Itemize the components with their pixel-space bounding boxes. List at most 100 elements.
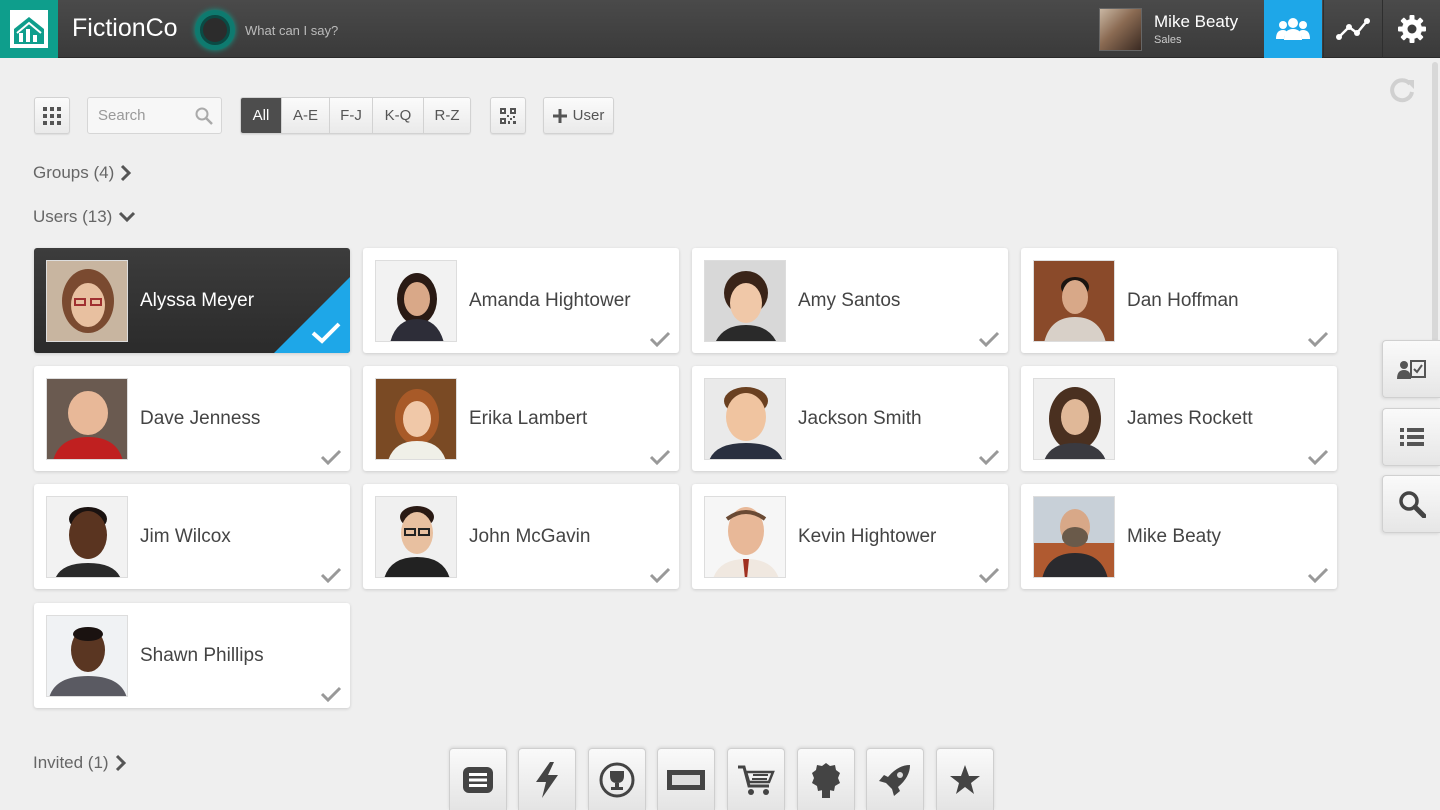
current-user-role: Sales	[1154, 34, 1182, 46]
assign-icon	[1396, 360, 1426, 379]
user-name: James Rockett	[1127, 408, 1253, 429]
user-photo	[704, 378, 786, 460]
user-name: Dave Jenness	[140, 408, 261, 429]
assign-button[interactable]	[1382, 340, 1440, 398]
user-card[interactable]: Jackson Smith	[692, 366, 1008, 471]
search-side-button[interactable]	[1382, 475, 1440, 533]
filter-a-e[interactable]: A-E	[281, 98, 329, 133]
grid-view-button[interactable]	[34, 97, 70, 134]
user-name: Jackson Smith	[798, 408, 922, 429]
check-icon[interactable]	[649, 567, 671, 583]
filter-r-z[interactable]: R-Z	[423, 98, 470, 133]
dock-rocket-button[interactable]	[866, 748, 924, 810]
dock-favorites-button[interactable]	[936, 748, 994, 810]
search-field[interactable]	[87, 97, 222, 134]
user-card[interactable]: Jim Wilcox	[34, 484, 350, 589]
logo-icon	[10, 10, 48, 48]
chevron-right-icon	[121, 164, 132, 182]
user-name: John McGavin	[469, 526, 591, 547]
user-photo	[704, 496, 786, 578]
user-name: Erika Lambert	[469, 408, 588, 429]
groups-section-toggle[interactable]: Groups (4)	[33, 163, 132, 183]
check-icon[interactable]	[1307, 449, 1329, 465]
assistant-prompt: What can I say?	[245, 23, 339, 38]
gear-icon	[1397, 15, 1426, 43]
trophy-icon	[599, 762, 635, 797]
settings-button[interactable]	[1382, 0, 1440, 58]
user-photo	[46, 378, 128, 460]
grid-icon	[43, 106, 61, 125]
dock-badge-button[interactable]	[797, 748, 855, 810]
alpha-filter: All A-E F-J K-Q R-Z	[240, 97, 471, 134]
user-card[interactable]: Amy Santos	[692, 248, 1008, 353]
card-icon	[667, 769, 705, 790]
current-user-name[interactable]: Mike Beaty	[1154, 12, 1238, 32]
cart-icon	[738, 765, 775, 795]
check-icon[interactable]	[1307, 567, 1329, 583]
list-view-button[interactable]	[1382, 408, 1440, 466]
refresh-icon[interactable]	[1388, 76, 1416, 108]
user-name: Mike Beaty	[1127, 526, 1221, 547]
badge-icon	[812, 762, 840, 798]
user-photo	[704, 260, 786, 342]
check-icon[interactable]	[978, 449, 1000, 465]
users-section-toggle[interactable]: Users (13)	[33, 207, 136, 227]
add-user-button[interactable]: User	[543, 97, 614, 134]
user-photo	[375, 260, 457, 342]
current-user-avatar[interactable]	[1099, 8, 1142, 51]
filter-k-q[interactable]: K-Q	[372, 98, 423, 133]
check-icon[interactable]	[320, 449, 342, 465]
users-label: Users (13)	[33, 207, 113, 226]
invited-section-toggle[interactable]: Invited (1)	[33, 753, 127, 773]
check-icon[interactable]	[978, 567, 1000, 583]
users-button[interactable]	[1264, 0, 1322, 58]
filter-f-j[interactable]: F-J	[329, 98, 372, 133]
chevron-right-icon	[115, 754, 126, 772]
app-logo[interactable]	[0, 0, 58, 58]
check-icon[interactable]	[649, 449, 671, 465]
dock-menu-button[interactable]	[449, 748, 507, 810]
user-card[interactable]: Mike Beaty	[1021, 484, 1337, 589]
list-icon	[1399, 428, 1424, 446]
dock-trophy-button[interactable]	[588, 748, 646, 810]
users-icon	[1276, 18, 1310, 40]
user-photo	[46, 615, 128, 697]
dock-cart-button[interactable]	[727, 748, 785, 810]
user-card[interactable]: Shawn Phillips	[34, 603, 350, 708]
check-icon[interactable]	[320, 686, 342, 702]
user-card[interactable]: Dave Jenness	[34, 366, 350, 471]
user-card[interactable]: Dan Hoffman	[1021, 248, 1337, 353]
scrollbar[interactable]	[1432, 62, 1438, 342]
user-photo	[1033, 378, 1115, 460]
user-name: Jim Wilcox	[140, 526, 231, 547]
user-photo	[46, 496, 128, 578]
qr-code-button[interactable]	[490, 97, 526, 134]
user-name: Alyssa Meyer	[140, 290, 255, 311]
invited-label: Invited (1)	[33, 753, 109, 772]
user-card[interactable]: Kevin Hightower	[692, 484, 1008, 589]
voice-assistant-icon[interactable]	[195, 10, 235, 50]
network-button[interactable]	[1323, 0, 1381, 58]
user-card[interactable]: Amanda Hightower	[363, 248, 679, 353]
dock-activity-button[interactable]	[518, 748, 576, 810]
lightning-icon	[536, 761, 558, 798]
plus-icon	[552, 108, 567, 123]
user-card[interactable]: James Rockett	[1021, 366, 1337, 471]
check-icon[interactable]	[978, 331, 1000, 347]
search-icon[interactable]	[195, 107, 213, 125]
user-card[interactable]: Alyssa Meyer	[34, 248, 350, 353]
dock-card-button[interactable]	[657, 748, 715, 810]
search-input[interactable]	[88, 98, 196, 133]
user-name: Amanda Hightower	[469, 290, 631, 311]
brand-name: FictionCo	[72, 14, 178, 42]
rocket-icon	[879, 764, 910, 796]
check-icon[interactable]	[649, 331, 671, 347]
add-user-label: User	[572, 107, 605, 124]
user-photo	[46, 260, 128, 342]
user-card[interactable]: John McGavin	[363, 484, 679, 589]
user-card[interactable]: Erika Lambert	[363, 366, 679, 471]
user-name: Kevin Hightower	[798, 526, 937, 547]
filter-all[interactable]: All	[241, 98, 281, 133]
check-icon[interactable]	[1307, 331, 1329, 347]
check-icon[interactable]	[320, 567, 342, 583]
